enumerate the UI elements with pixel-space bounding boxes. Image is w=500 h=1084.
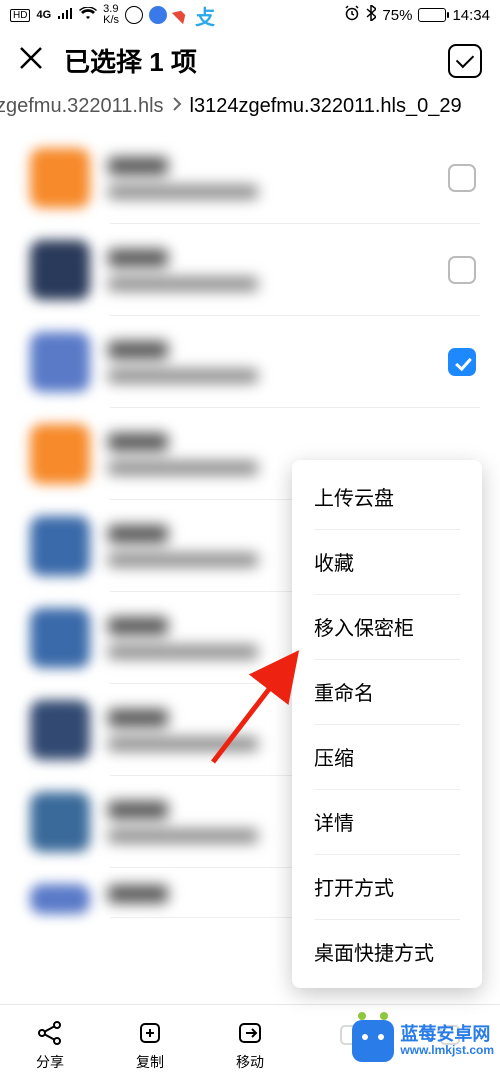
file-thumbnail: [30, 424, 90, 484]
menu-compress[interactable]: 压缩: [292, 724, 482, 789]
file-thumbnail: [30, 700, 90, 760]
status-left: HD 4G 3.9 K/s 攴: [10, 1, 215, 30]
battery-icon: [418, 8, 446, 22]
file-thumbnail: [30, 792, 90, 852]
app-icon-4: 攴: [195, 1, 215, 30]
network-icon: 4G: [36, 9, 51, 21]
watermark-title: 蓝莓安卓网: [400, 1025, 494, 1045]
file-thumbnail: [30, 608, 90, 668]
watermark-logo-icon: [352, 1020, 394, 1062]
list-item[interactable]: [0, 132, 500, 224]
checkbox-checked[interactable]: [448, 348, 476, 376]
list-item[interactable]: [0, 316, 500, 408]
file-thumbnail: [30, 240, 90, 300]
clock-time: 14:34: [452, 7, 490, 24]
menu-desktop-shortcut[interactable]: 桌面快捷方式: [292, 919, 482, 984]
file-thumbnail: [30, 148, 90, 208]
copy-icon: [135, 1018, 165, 1048]
status-bar: HD 4G 3.9 K/s 攴 75% 14:34: [0, 0, 500, 30]
alarm-icon: [344, 5, 360, 25]
signal-icon: [57, 7, 73, 24]
menu-favorite[interactable]: 收藏: [292, 529, 482, 594]
file-label: [108, 341, 430, 383]
share-icon: [35, 1018, 65, 1048]
share-button[interactable]: 分享: [35, 1018, 65, 1072]
chevron-right-icon: [172, 95, 182, 118]
checkbox[interactable]: [448, 256, 476, 284]
breadcrumb[interactable]: zgefmu.322011.hls l3124zgefmu.322011.hls…: [0, 89, 500, 132]
selection-header: 已选择 1 项: [0, 30, 500, 89]
app-icon-2: [149, 6, 167, 24]
list-item[interactable]: [0, 224, 500, 316]
file-label: [108, 157, 430, 199]
net-speed: 3.9 K/s: [103, 4, 119, 26]
menu-details[interactable]: 详情: [292, 789, 482, 854]
context-menu: 上传云盘 收藏 移入保密柜 重命名 压缩 详情 打开方式 桌面快捷方式: [292, 460, 482, 988]
menu-open-with[interactable]: 打开方式: [292, 854, 482, 919]
battery-percent: 75%: [382, 7, 412, 24]
move-icon: [235, 1018, 265, 1048]
menu-upload-cloud[interactable]: 上传云盘: [292, 464, 482, 529]
menu-move-to-safe[interactable]: 移入保密柜: [292, 594, 482, 659]
select-all-button[interactable]: [448, 44, 482, 78]
share-label: 分享: [36, 1052, 64, 1072]
menu-rename[interactable]: 重命名: [292, 659, 482, 724]
watermark: 蓝莓安卓网 www.lmkjst.com: [352, 1020, 494, 1062]
move-label: 移动: [236, 1052, 264, 1072]
status-right: 75% 14:34: [344, 5, 490, 25]
bluetooth-icon: [366, 5, 376, 25]
close-icon[interactable]: [18, 45, 44, 77]
app-icon-1: [125, 6, 143, 24]
page-title: 已选择 1 项: [64, 42, 428, 79]
copy-button[interactable]: 复制: [135, 1018, 165, 1072]
wifi-icon: [79, 7, 97, 24]
app-icon-3: [172, 2, 195, 25]
breadcrumb-current: l3124zgefmu.322011.hls_0_29: [190, 95, 462, 118]
file-thumbnail: [30, 884, 90, 914]
file-thumbnail: [30, 516, 90, 576]
copy-label: 复制: [136, 1052, 164, 1072]
hd-icon: HD: [10, 9, 30, 22]
file-thumbnail: [30, 332, 90, 392]
file-label: [108, 249, 430, 291]
breadcrumb-prev[interactable]: zgefmu.322011.hls: [0, 95, 164, 118]
watermark-url: www.lmkjst.com: [400, 1044, 494, 1057]
move-button[interactable]: 移动: [235, 1018, 265, 1072]
checkbox[interactable]: [448, 164, 476, 192]
